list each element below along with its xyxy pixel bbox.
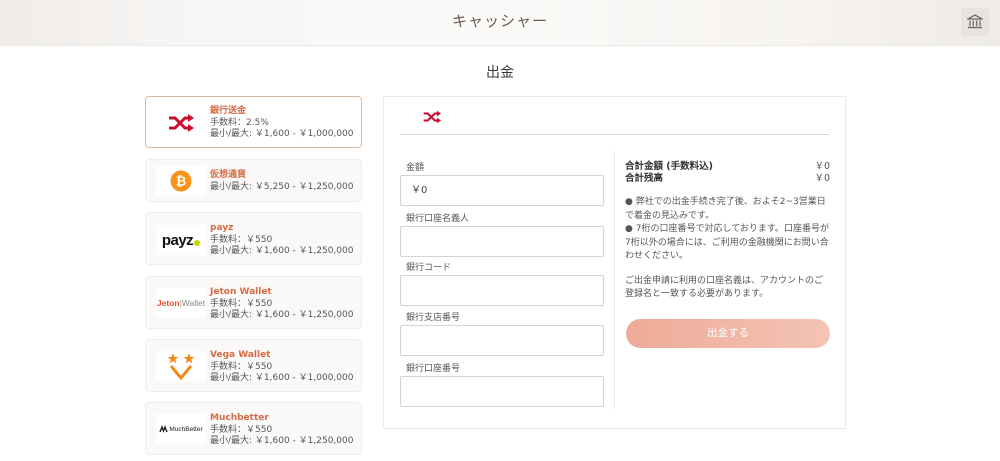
account-holder-label: 銀行口座名義人 [406,214,470,224]
bank-code-input[interactable] [400,275,604,306]
page-title: 出金 [486,65,514,81]
method-fee: 手数料：2.5% [210,117,269,128]
method-fee: 手数料：￥550 [210,361,273,372]
method-fee: 手数料：￥550 [210,234,273,245]
bank-icon [967,14,983,29]
account-holder-input[interactable] [400,226,604,257]
method-limits: 最小/最大: ￥1,600 - ￥1,000,000 [210,129,354,139]
panel-divider [400,134,829,135]
method-limits: 最小/最大: ￥1,600 - ￥1,000,000 [210,373,354,383]
vega-wallet-icon [167,353,195,380]
shuffle-icon [423,110,442,124]
method-logo: MuchBetter [156,414,206,444]
bank-code-label: 銀行コード [406,263,452,273]
method-logo [156,108,206,138]
method-limits: 最小/最大: ￥1,600 - ￥1,250,000 [210,310,354,320]
cashier-title: キャッシャー [451,12,548,30]
total-balance-label: 合計残高 [625,173,664,184]
method-name: Vega Wallet [210,350,271,360]
branch-number-input[interactable] [400,325,604,356]
total-amount-label: 合計金額 (手数料込) [625,161,713,172]
method-name: 銀行送金 [210,106,247,116]
method-crypto[interactable]: ₿ 仮想通貨 最小/最大: ￥5,250 - ￥1,250,000 [145,159,362,202]
method-bank-transfer[interactable]: 銀行送金 手数料：2.5% 最小/最大: ￥1,600 - ￥1,000,000 [145,96,362,148]
total-balance-row: 合計残高 ￥0 [625,173,830,185]
method-name: Muchbetter [210,413,269,423]
shuffle-icon [169,114,194,132]
note-processing-time: ● 弊社での出金手続き完了後、およそ2~3営業日で着金の見込みです。 [625,197,826,221]
method-payz[interactable]: payz payz 手数料：￥550 最小/最大: ￥1,600 - ￥1,25… [145,212,362,265]
branch-number-label: 銀行支店番号 [406,313,461,323]
note-account-digits: ● 7桁の口座番号で対応しております。口座番号が7桁以外の場合には、ご利用の金融… [625,224,830,261]
method-fee: 手数料：￥550 [210,424,273,435]
method-jeton-wallet[interactable]: Jeton|Wallet Jeton Wallet 手数料：￥550 最小/最大… [145,276,362,329]
method-limits: 最小/最大: ￥1,600 - ￥1,250,000 [210,436,354,446]
amount-input[interactable]: ￥0 [400,175,604,206]
bank-button[interactable] [961,8,989,36]
total-amount-value: ￥0 [814,161,830,172]
method-name: 仮想通貨 [210,170,247,180]
method-fee: 手数料：￥550 [210,298,273,309]
column-divider [614,151,615,409]
total-balance-value: ￥0 [814,173,830,184]
method-name: payz [210,223,234,233]
payz-logo: payz [161,231,194,249]
method-logo [156,351,206,381]
top-bar: キャッシャー [0,0,1000,46]
method-logo: payz [156,225,206,255]
account-number-input[interactable] [400,376,604,407]
muchbetter-logo: MuchBetter [159,424,203,434]
method-name: Jeton Wallet [210,287,272,297]
total-amount-row: 合計金額 (手数料込) ￥0 [625,161,830,173]
withdraw-summary: 合計金額 (手数料込) ￥0 合計残高 ￥0 ● 弊社での出金手続き完了後、およ… [625,161,830,302]
method-limits: 最小/最大: ￥1,600 - ￥1,250,000 [210,246,354,256]
method-vega-wallet[interactable]: Vega Wallet 手数料：￥550 最小/最大: ￥1,600 - ￥1,… [145,339,362,392]
note-account-name: ご出金申請に利用の口座名義は、アカウントのご登録名と一致する必要があります。 [625,275,824,300]
withdraw-submit-button[interactable]: 出金する [626,319,830,348]
bitcoin-icon: ₿ [170,170,192,192]
account-number-label: 銀行口座番号 [406,364,461,374]
svg-text:₿: ₿ [176,175,187,190]
amount-label: 金額 [406,163,425,173]
selected-method-icon [422,109,442,128]
method-logo: Jeton|Wallet [156,288,206,318]
muchbetter-icon [159,424,169,433]
withdraw-panel: 金額 ￥0 銀行口座名義人 銀行コード 銀行支店番号 銀行口座番号 合計金額 (… [383,96,846,429]
method-limits: 最小/最大: ￥5,250 - ￥1,250,000 [210,181,354,192]
payz-dot [194,240,201,246]
method-logo: ₿ [156,166,206,196]
method-muchbetter[interactable]: MuchBetter Muchbetter 手数料：￥550 最小/最大: ￥1… [145,402,362,455]
jeton-logo: Jeton|Wallet [156,298,206,308]
